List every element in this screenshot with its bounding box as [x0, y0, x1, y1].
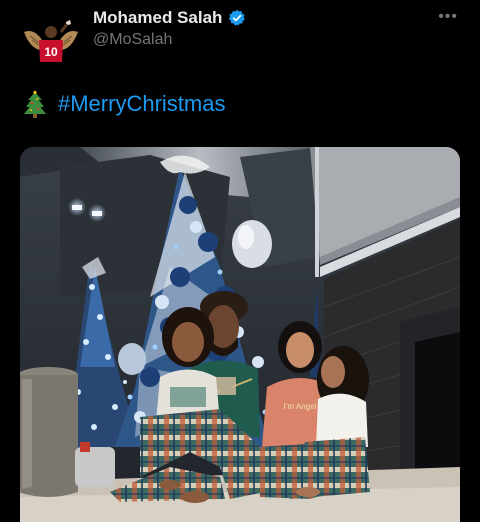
christmas-tree-emoji — [24, 90, 46, 118]
tweet-photo[interactable]: I'm Angel — [20, 147, 460, 522]
author-name[interactable]: Mohamed Salah — [93, 8, 222, 28]
author-handle[interactable]: @MoSalah — [93, 31, 172, 49]
tweet-header: 10 Mohamed Salah @MoSalah ••• — [0, 0, 480, 70]
jersey-number: 10 — [44, 45, 58, 59]
avatar[interactable]: 10 — [22, 18, 80, 62]
sweater-text: I'm Angel — [284, 402, 317, 411]
more-options-icon[interactable]: ••• — [438, 8, 458, 26]
tweet-text: #MerryChristmas — [22, 90, 225, 118]
hashtag-link[interactable]: #MerryChristmas — [58, 91, 225, 117]
verified-badge-icon — [229, 9, 246, 26]
